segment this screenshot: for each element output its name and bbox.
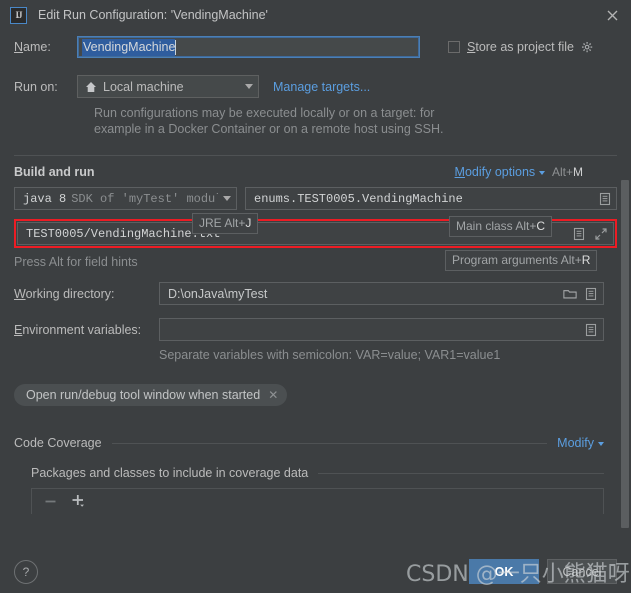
code-coverage-header: Code Coverage Modify — [14, 436, 604, 450]
working-directory-row: Working directory: D:\onJava\myTest — [14, 282, 617, 305]
open-run-debug-window-label: Open run/debug tool window when started — [26, 388, 261, 402]
list-browse-icon[interactable] — [584, 287, 598, 301]
code-coverage-title: Code Coverage — [14, 436, 102, 450]
list-browse-glyph — [585, 287, 597, 300]
environment-variables-hint: Separate variables with semicolon: VAR=v… — [159, 348, 501, 362]
run-on-description-line2: example in a Docker Container or on a re… — [94, 122, 444, 136]
folder-glyph — [563, 289, 577, 298]
working-directory-value: D:\onJava\myTest — [168, 286, 268, 301]
jre-combobox[interactable]: java 8 SDK of 'myTest' module — [14, 187, 237, 210]
chevron-down-icon — [245, 84, 253, 89]
run-on-description-line1: Run configurations may be executed local… — [94, 106, 435, 120]
program-arguments-field-hint: Program arguments Alt+R — [445, 250, 598, 271]
main-class-value: enums.TEST0005.VendingMachine — [254, 191, 463, 206]
home-glyph — [86, 81, 96, 92]
manage-targets-link[interactable]: Manage targets... — [273, 80, 370, 94]
help-button[interactable]: ? — [14, 559, 38, 584]
dialog-buttons: OK Cancel — [469, 559, 617, 584]
gear-icon[interactable] — [581, 41, 594, 54]
home-icon — [85, 81, 97, 93]
working-directory-input[interactable]: D:\onJava\myTest — [159, 282, 604, 305]
expand-glyph — [595, 227, 607, 240]
folder-icon[interactable] — [563, 287, 577, 301]
list-browse-glyph — [573, 227, 585, 240]
dialog-body: Name: VendingMachine Store as project fi… — [0, 30, 631, 593]
list-browse-icon[interactable] — [572, 227, 586, 241]
modify-options-shortcut: Alt+M — [548, 165, 583, 179]
code-coverage-modify-label: Modify — [557, 436, 594, 450]
working-directory-label: Working directory: — [14, 286, 115, 301]
cancel-button[interactable]: Cancel — [547, 559, 617, 584]
modify-options-label: Modify options — [454, 165, 536, 179]
list-browse-glyph — [599, 192, 611, 205]
packages-title: Packages and classes to include in cover… — [31, 466, 309, 480]
run-on-combobox[interactable]: Local machine — [77, 75, 259, 98]
gear-glyph — [581, 41, 593, 52]
scrollbar-thumb[interactable] — [621, 180, 629, 528]
name-label: Name: — [14, 40, 51, 54]
minus-glyph — [45, 500, 56, 503]
minus-icon[interactable] — [44, 495, 57, 508]
vertical-scrollbar[interactable] — [621, 180, 629, 547]
environment-variables-label: Environment variables: — [14, 322, 142, 337]
jre-hint-key: J — [245, 216, 252, 230]
close-icon[interactable]: ✕ — [268, 389, 278, 401]
close-glyph — [607, 10, 617, 20]
jre-and-main-class-row: java 8 SDK of 'myTest' module enums.TEST… — [14, 187, 617, 210]
name-row: Name: VendingMachine Store as project fi… — [14, 36, 617, 58]
list-browse-glyph — [585, 323, 597, 336]
ok-button[interactable]: OK — [469, 559, 539, 584]
run-on-row: Run on: Local machine Manage targets... — [14, 75, 617, 98]
jre-value: java 8 — [23, 191, 67, 206]
main-class-hint-key: C — [536, 219, 546, 233]
list-browse-icon[interactable] — [598, 192, 612, 206]
section-divider — [14, 155, 617, 156]
packages-toolbar — [31, 488, 604, 514]
environment-variables-row: Environment variables: — [14, 318, 617, 341]
open-run-debug-window-chip[interactable]: Open run/debug tool window when started … — [14, 384, 288, 406]
close-icon[interactable] — [601, 4, 623, 26]
store-as-project-file-label: Store as project file — [467, 40, 575, 54]
build-and-run-header: Build and run Modify options Alt+M — [14, 165, 617, 179]
code-coverage-modify-link[interactable]: Modify — [557, 436, 604, 450]
chevron-down-icon — [598, 441, 604, 446]
name-input[interactable]: VendingMachine — [77, 36, 420, 58]
code-coverage-divider — [111, 442, 548, 444]
store-as-project-file-checkbox[interactable] — [448, 41, 460, 53]
modify-options-link[interactable]: Modify options Alt+M — [455, 165, 583, 179]
name-input-value: VendingMachine — [82, 38, 176, 56]
main-class-field-hint: Main class Alt+C — [449, 216, 553, 237]
dialog-titlebar: IJ Edit Run Configuration: 'VendingMachi… — [0, 0, 631, 30]
run-on-selected-value: Local machine — [103, 79, 184, 94]
edit-run-configuration-dialog: IJ Edit Run Configuration: 'VendingMachi… — [0, 0, 631, 593]
expand-icon[interactable] — [594, 227, 608, 241]
text-caret — [175, 39, 177, 55]
dialog-title: Edit Run Configuration: 'VendingMachine' — [38, 8, 268, 22]
packages-header: Packages and classes to include in cover… — [31, 466, 604, 480]
build-and-run-title: Build and run — [14, 165, 95, 179]
store-as-project-file-option[interactable]: Store as project file — [448, 40, 594, 54]
environment-variables-input[interactable] — [159, 318, 604, 341]
run-on-label: Run on: — [14, 79, 58, 94]
packages-divider — [318, 472, 604, 474]
program-args-hint-key: R — [581, 253, 591, 267]
jre-description: SDK of 'myTest' module — [71, 191, 218, 206]
plus-icon[interactable] — [71, 494, 86, 509]
list-browse-icon[interactable] — [584, 323, 598, 337]
jre-field-hint: JRE Alt+J — [192, 213, 259, 234]
run-on-description: Run configurations may be executed local… — [94, 105, 617, 137]
main-class-input[interactable]: enums.TEST0005.VendingMachine — [245, 187, 617, 210]
chevron-down-icon — [223, 196, 231, 201]
plus-glyph — [72, 495, 84, 507]
chevron-down-icon — [539, 170, 546, 175]
dialog-footer: ? OK Cancel — [0, 550, 631, 593]
intellij-logo-icon: IJ — [10, 6, 27, 24]
